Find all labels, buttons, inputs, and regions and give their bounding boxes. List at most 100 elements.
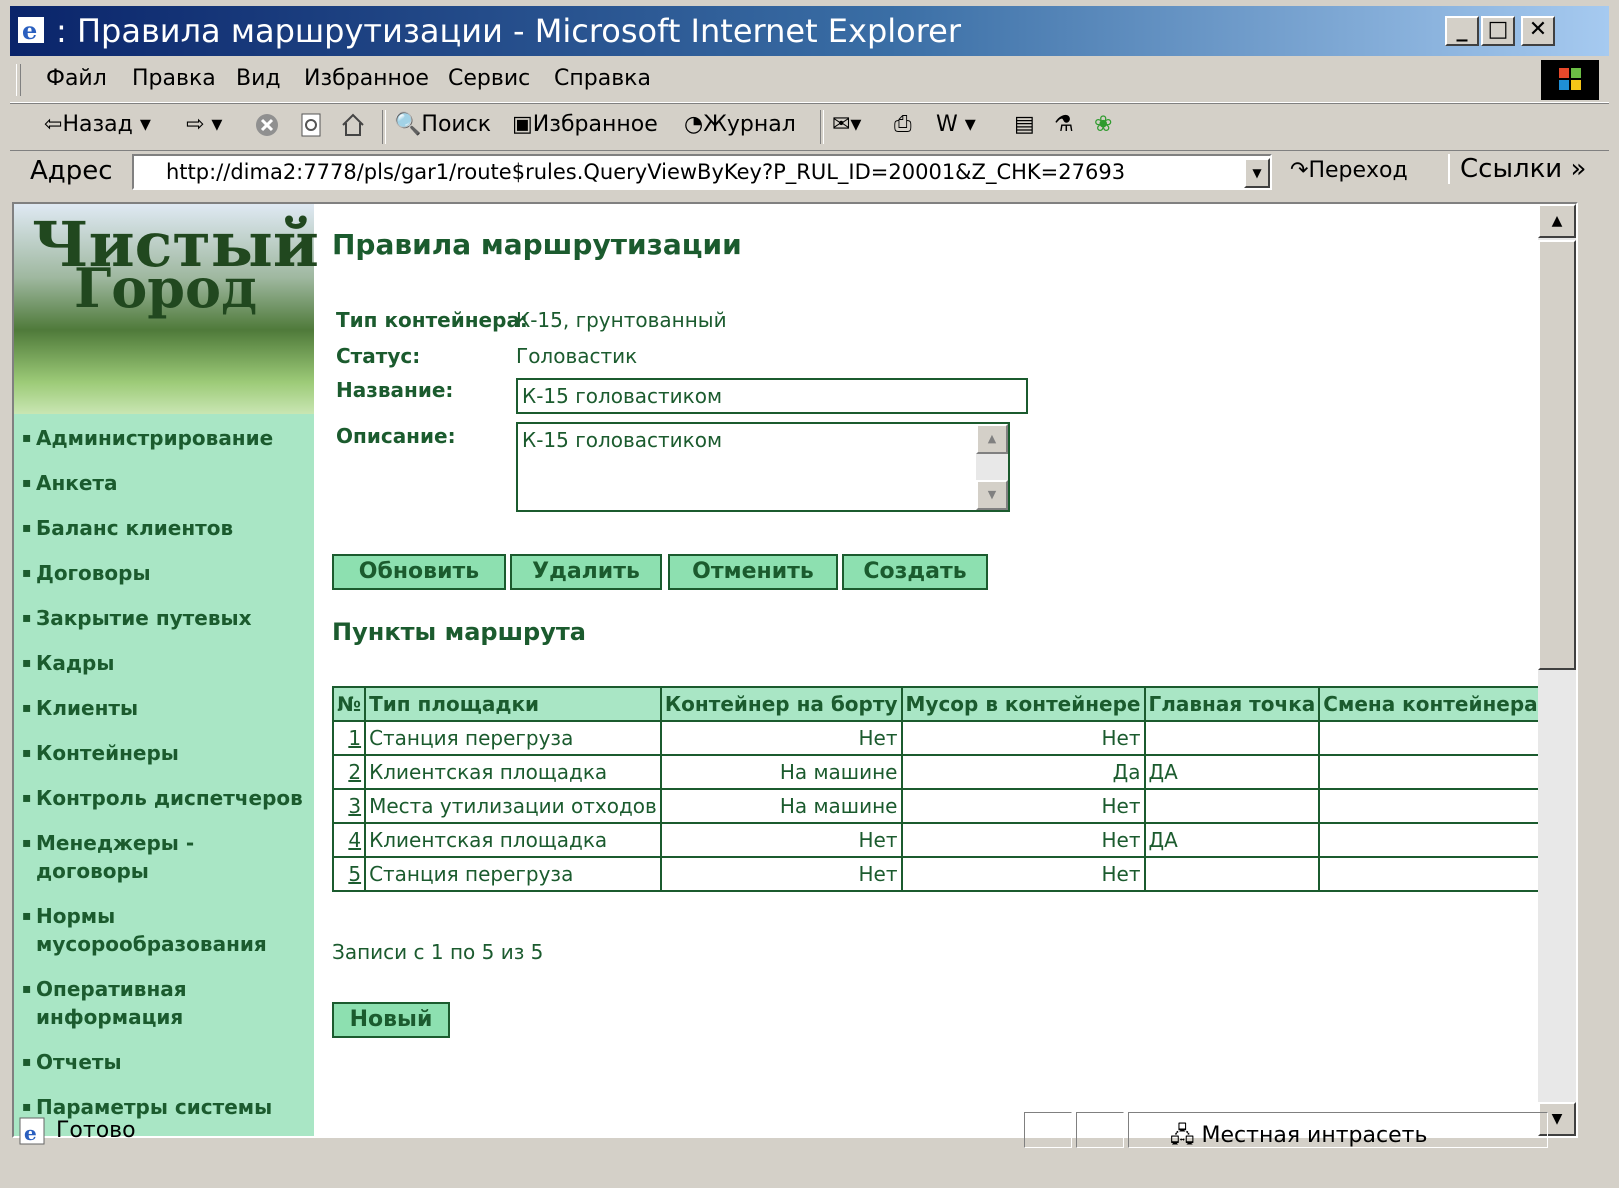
sidebar-item-managers-contracts[interactable]: Менеджеры - договоры (22, 829, 312, 885)
table-cell: На машине (659, 788, 903, 824)
mail-button[interactable]: ✉▾ (832, 112, 861, 137)
home-button[interactable] (340, 112, 366, 138)
table-cell (1318, 788, 1543, 824)
table-cell: Нет (900, 856, 1146, 892)
status-pane (1024, 1112, 1072, 1148)
close-button[interactable]: ✕ (1521, 16, 1555, 46)
standard-toolbar: ⇦Назад ▾ ⇨ ▾ 🔍Поиск ▣Избранное ◔Журнал ✉… (10, 103, 1609, 151)
table-cell: Места утилизации отходов (364, 788, 662, 824)
print-button[interactable]: ⎙ (894, 112, 912, 137)
description-scrollbar[interactable]: ▲ ▼ (976, 424, 1008, 510)
forward-button[interactable]: ⇨ ▾ (186, 112, 222, 137)
menu-view[interactable]: Вид (236, 66, 281, 91)
research-button[interactable]: ⚗ (1054, 112, 1074, 137)
menu-grip (16, 64, 21, 96)
stop-button[interactable] (254, 112, 280, 138)
windows-logo-icon (1541, 60, 1599, 100)
table-row: 4 Клиентская площадка Нет Нет ДА (331, 822, 1543, 858)
column-header: Тип площадки (364, 686, 662, 722)
row-number-link[interactable]: 1 (331, 720, 367, 756)
menu-file[interactable]: Файл (46, 66, 107, 91)
address-input[interactable]: http://dima2:7778/pls/gar1/route$rules.Q… (132, 154, 1272, 190)
window-title: : Правила маршрутизации - Microsoft Inte… (56, 12, 962, 50)
column-header: Главная точка (1143, 686, 1321, 722)
row-number-link[interactable]: 2 (331, 754, 367, 790)
route-points-subtitle: Пункты маршрута (332, 618, 586, 646)
cancel-button[interactable]: Отменить (668, 554, 838, 590)
links-button[interactable]: Ссылки » (1448, 154, 1586, 184)
scroll-thumb[interactable] (1538, 240, 1576, 670)
table-row: 2 Клиентская площадка На машине Да ДА (331, 754, 1543, 790)
sidebar-item-client-balance[interactable]: Баланс клиентов (22, 514, 312, 542)
table-cell (1318, 856, 1543, 892)
zone-indicator: 🖧 Местная интрасеть (1170, 1123, 1428, 1148)
sidebar-item-dispatcher-control[interactable]: Контроль диспетчеров (22, 784, 312, 812)
sidebar-item-staff[interactable]: Кадры (22, 649, 312, 677)
sidebar-item-reports[interactable]: Отчеты (22, 1048, 312, 1076)
go-button[interactable]: ↷Переход (1290, 158, 1408, 183)
sidebar-item-contracts[interactable]: Договоры (22, 559, 312, 587)
search-icon: 🔍 (394, 112, 422, 137)
discuss-icon: ▤ (1014, 112, 1035, 137)
minimize-button[interactable]: _ (1445, 16, 1479, 46)
new-button[interactable]: Новый (332, 1002, 450, 1038)
sidebar-item-operational-info[interactable]: Оперативная информация (22, 975, 312, 1031)
table-cell (1318, 822, 1543, 858)
sidebar-item-containers[interactable]: Контейнеры (22, 739, 312, 767)
sidebar: Чистый Город Администрирование Анкета Ба… (14, 204, 319, 1136)
table-row: 1 Станция перегруза Нет Нет (331, 720, 1543, 756)
table-row: 3 Места утилизации отходов На машине Нет (331, 788, 1543, 824)
container-type-value: К-15, грунтованный (516, 308, 727, 332)
sidebar-item-closing-waybills[interactable]: Закрытие путевых (22, 604, 312, 632)
status-pane (1076, 1112, 1124, 1148)
create-button[interactable]: Создать (842, 554, 988, 590)
page-title: Правила маршрутизации (332, 228, 742, 261)
row-number-link[interactable]: 3 (331, 788, 367, 824)
discuss-button[interactable]: ▤ (1014, 112, 1035, 137)
scroll-up-icon[interactable]: ▲ (976, 424, 1008, 454)
menu-tools[interactable]: Сервис (448, 66, 530, 91)
table-cell: Клиентская площадка (364, 754, 662, 790)
menu-help[interactable]: Справка (554, 66, 651, 91)
row-number-link[interactable]: 5 (331, 856, 367, 892)
delete-button[interactable]: Удалить (510, 554, 662, 590)
table-cell: Нет (900, 822, 1146, 858)
table-cell: ДА (1143, 822, 1321, 858)
row-number-link[interactable]: 4 (331, 822, 367, 858)
icq-button[interactable]: ❀ (1094, 112, 1112, 137)
name-input[interactable] (516, 378, 1028, 414)
favorites-icon: ▣ (512, 112, 533, 137)
menu-favorites[interactable]: Избранное (304, 66, 429, 91)
sidebar-item-clients[interactable]: Клиенты (22, 694, 312, 722)
status-text: Готово (56, 1118, 136, 1143)
scroll-up-arrow-icon[interactable]: ▲ (1538, 204, 1576, 238)
scroll-down-icon[interactable]: ▼ (976, 480, 1008, 510)
update-button[interactable]: Обновить (332, 554, 506, 590)
container-type-label: Тип контейнера: (336, 308, 528, 332)
edit-button[interactable]: W ▾ (936, 112, 976, 137)
ie-page-icon: e (19, 1117, 45, 1145)
sidebar-item-administration[interactable]: Администрирование (22, 424, 312, 452)
search-button[interactable]: 🔍Поиск (394, 112, 491, 137)
records-count: Записи с 1 по 5 из 5 (332, 940, 544, 964)
address-dropdown-button[interactable]: ▼ (1244, 158, 1270, 188)
refresh-button[interactable] (298, 112, 324, 138)
menu-edit[interactable]: Правка (132, 66, 216, 91)
back-button[interactable]: ⇦Назад ▾ (44, 112, 151, 137)
sidebar-item-waste-norms[interactable]: Нормы мусорообразования (22, 902, 312, 958)
sidebar-item-questionnaire[interactable]: Анкета (22, 469, 312, 497)
table-cell: На машине (659, 754, 903, 790)
sidebar-nav: Администрирование Анкета Баланс клиентов… (22, 424, 312, 1136)
history-button[interactable]: ◔Журнал (684, 112, 796, 137)
favorites-button[interactable]: ▣Избранное (512, 112, 658, 137)
name-label: Название: (336, 378, 454, 402)
page-scrollbar[interactable]: ▲ ▼ (1538, 204, 1576, 1136)
column-header: Контейнер на борту (659, 686, 903, 722)
window-title-bar: e : Правила маршрутизации - Microsoft In… (10, 6, 1609, 56)
maximize-button[interactable]: □ (1481, 16, 1515, 46)
menu-bar: Файл Правка Вид Избранное Сервис Справка (10, 58, 1609, 103)
stop-icon (256, 114, 278, 136)
table-cell: ДА (1143, 754, 1321, 790)
page-content: Чистый Город Администрирование Анкета Ба… (12, 202, 1578, 1138)
description-textarea[interactable]: К-15 головастиком (516, 422, 1010, 512)
